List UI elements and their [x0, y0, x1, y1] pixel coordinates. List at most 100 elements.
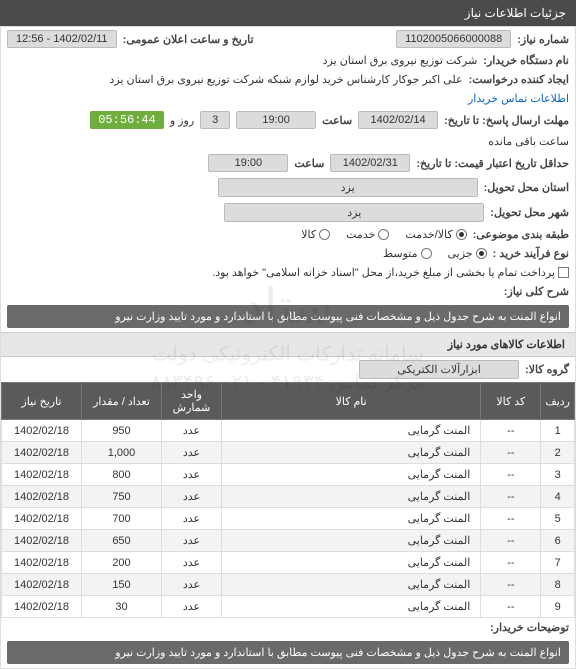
cell-idx: 2 — [541, 442, 575, 464]
items-section-header: اطلاعات کالاهای مورد نیاز — [1, 332, 575, 357]
cell-code: -- — [481, 486, 541, 508]
cell-date: 1402/02/18 — [2, 464, 82, 486]
goods-group-value: ابزارآلات الکتریکی — [359, 360, 519, 379]
cell-qty: 750 — [82, 486, 162, 508]
th-name: نام کالا — [222, 383, 481, 420]
cell-qty: 150 — [82, 574, 162, 596]
deadline-label: مهلت ارسال پاسخ: تا تاریخ: — [444, 114, 569, 127]
cell-code: -- — [481, 596, 541, 618]
cell-date: 1402/02/18 — [2, 574, 82, 596]
buyer-notes-box: انواع المنت به شرح جدول ذیل و مشخصات فنی… — [7, 641, 569, 664]
cell-unit: عدد — [162, 530, 222, 552]
cell-name: المنت گرمایی — [222, 596, 481, 618]
radio-goods[interactable]: کالا — [301, 228, 330, 241]
cell-unit: عدد — [162, 442, 222, 464]
table-row: 2--المنت گرماییعدد1,0001402/02/18 — [2, 442, 575, 464]
buyer-org-label: نام دستگاه خریدار: — [483, 54, 569, 67]
table-row: 1--المنت گرماییعدد9501402/02/18 — [2, 420, 575, 442]
cell-unit: عدد — [162, 420, 222, 442]
cell-unit: عدد — [162, 552, 222, 574]
cell-qty: 950 — [82, 420, 162, 442]
cell-name: المنت گرمایی — [222, 486, 481, 508]
radio-small[interactable]: جزیی — [448, 247, 487, 260]
cell-qty: 200 — [82, 552, 162, 574]
table-row: 9--المنت گرماییعدد301402/02/18 — [2, 596, 575, 618]
cell-idx: 6 — [541, 530, 575, 552]
goods-group-label: گروه کالا: — [525, 363, 569, 376]
delivery-province-label: استان محل تحویل: — [484, 181, 569, 194]
creator-label: ایجاد کننده درخواست: — [469, 73, 569, 86]
cell-date: 1402/02/18 — [2, 486, 82, 508]
deadline-time-label: ساعت — [322, 114, 352, 127]
validity-date: 1402/02/31 — [330, 154, 410, 172]
cell-unit: عدد — [162, 486, 222, 508]
cell-code: -- — [481, 508, 541, 530]
cell-unit: عدد — [162, 596, 222, 618]
cell-qty: 1,000 — [82, 442, 162, 464]
radio-goods-service[interactable]: کالا/خدمت — [405, 228, 466, 241]
radio-service[interactable]: خدمت — [346, 228, 389, 241]
need-number-value: 1102005066000088 — [396, 30, 511, 48]
budget-label: طبقه بندی موضوعی: — [473, 228, 569, 241]
items-table: ردیف کد کالا نام کالا واحد شمارش تعداد /… — [1, 382, 575, 618]
cell-code: -- — [481, 530, 541, 552]
cell-code: -- — [481, 442, 541, 464]
delivery-city-label: شهر محل تحویل: — [490, 206, 569, 219]
table-row: 8--المنت گرماییعدد1501402/02/18 — [2, 574, 575, 596]
cell-name: المنت گرمایی — [222, 552, 481, 574]
check-treasury[interactable]: پرداخت تمام یا بخشی از مبلغ خرید،از محل … — [212, 266, 569, 279]
cell-name: المنت گرمایی — [222, 464, 481, 486]
cell-idx: 3 — [541, 464, 575, 486]
cell-date: 1402/02/18 — [2, 442, 82, 464]
cell-qty: 30 — [82, 596, 162, 618]
remain-suffix: ساعت باقی مانده — [488, 135, 569, 148]
cell-qty: 700 — [82, 508, 162, 530]
page-title: جزئیات اطلاعات نیاز — [465, 6, 566, 20]
validity-time: 19:00 — [208, 154, 288, 172]
cell-idx: 7 — [541, 552, 575, 574]
need-desc-box: انواع المنت به شرح جدول ذیل و مشخصات فنی… — [7, 305, 569, 328]
remain-unit: روز و — [170, 114, 194, 127]
cell-date: 1402/02/18 — [2, 596, 82, 618]
delivery-city: یزد — [224, 203, 484, 222]
cell-qty: 800 — [82, 464, 162, 486]
cell-date: 1402/02/18 — [2, 552, 82, 574]
cell-name: المنت گرمایی — [222, 574, 481, 596]
delivery-province: یزد — [218, 178, 478, 197]
cell-code: -- — [481, 464, 541, 486]
th-unit: واحد شمارش — [162, 383, 222, 420]
countdown-timer: 05:56:44 — [90, 111, 164, 129]
cell-unit: عدد — [162, 574, 222, 596]
table-row: 5--المنت گرماییعدد7001402/02/18 — [2, 508, 575, 530]
need-number-label: شماره نیاز: — [517, 33, 569, 46]
table-row: 4--المنت گرماییعدد7501402/02/18 — [2, 486, 575, 508]
cell-idx: 5 — [541, 508, 575, 530]
remain-days: 3 — [200, 111, 230, 129]
cell-qty: 650 — [82, 530, 162, 552]
validity-label: حداقل تاریخ اعتبار قیمت: تا تاریخ: — [416, 157, 569, 170]
th-qty: تعداد / مقدار — [82, 383, 162, 420]
th-code: کد کالا — [481, 383, 541, 420]
th-idx: ردیف — [541, 383, 575, 420]
cell-unit: عدد — [162, 508, 222, 530]
cell-name: المنت گرمایی — [222, 442, 481, 464]
cell-idx: 8 — [541, 574, 575, 596]
process-label: نوع فرآیند خرید : — [493, 247, 569, 260]
th-date: تاریخ نیاز — [2, 383, 82, 420]
table-row: 3--المنت گرماییعدد8001402/02/18 — [2, 464, 575, 486]
table-row: 7--المنت گرماییعدد2001402/02/18 — [2, 552, 575, 574]
cell-date: 1402/02/18 — [2, 508, 82, 530]
buyer-contact-link[interactable]: اطلاعات تماس خریدار — [468, 92, 569, 105]
cell-unit: عدد — [162, 464, 222, 486]
cell-code: -- — [481, 552, 541, 574]
buyer-org-value: شرکت توزیع نیروی برق استان یزد — [323, 54, 478, 67]
cell-name: المنت گرمایی — [222, 530, 481, 552]
cell-code: -- — [481, 420, 541, 442]
announce-value: 1402/02/11 - 12:56 — [7, 30, 117, 48]
buyer-notes-label: توضیحات خریدار: — [490, 621, 569, 634]
cell-date: 1402/02/18 — [2, 530, 82, 552]
need-desc-label: شرح کلی نیاز: — [504, 285, 569, 298]
radio-medium[interactable]: متوسط — [383, 247, 432, 260]
creator-value: علی اکبر جوکار کارشناس خرید لوازم شبکه ش… — [109, 73, 462, 86]
cell-idx: 4 — [541, 486, 575, 508]
